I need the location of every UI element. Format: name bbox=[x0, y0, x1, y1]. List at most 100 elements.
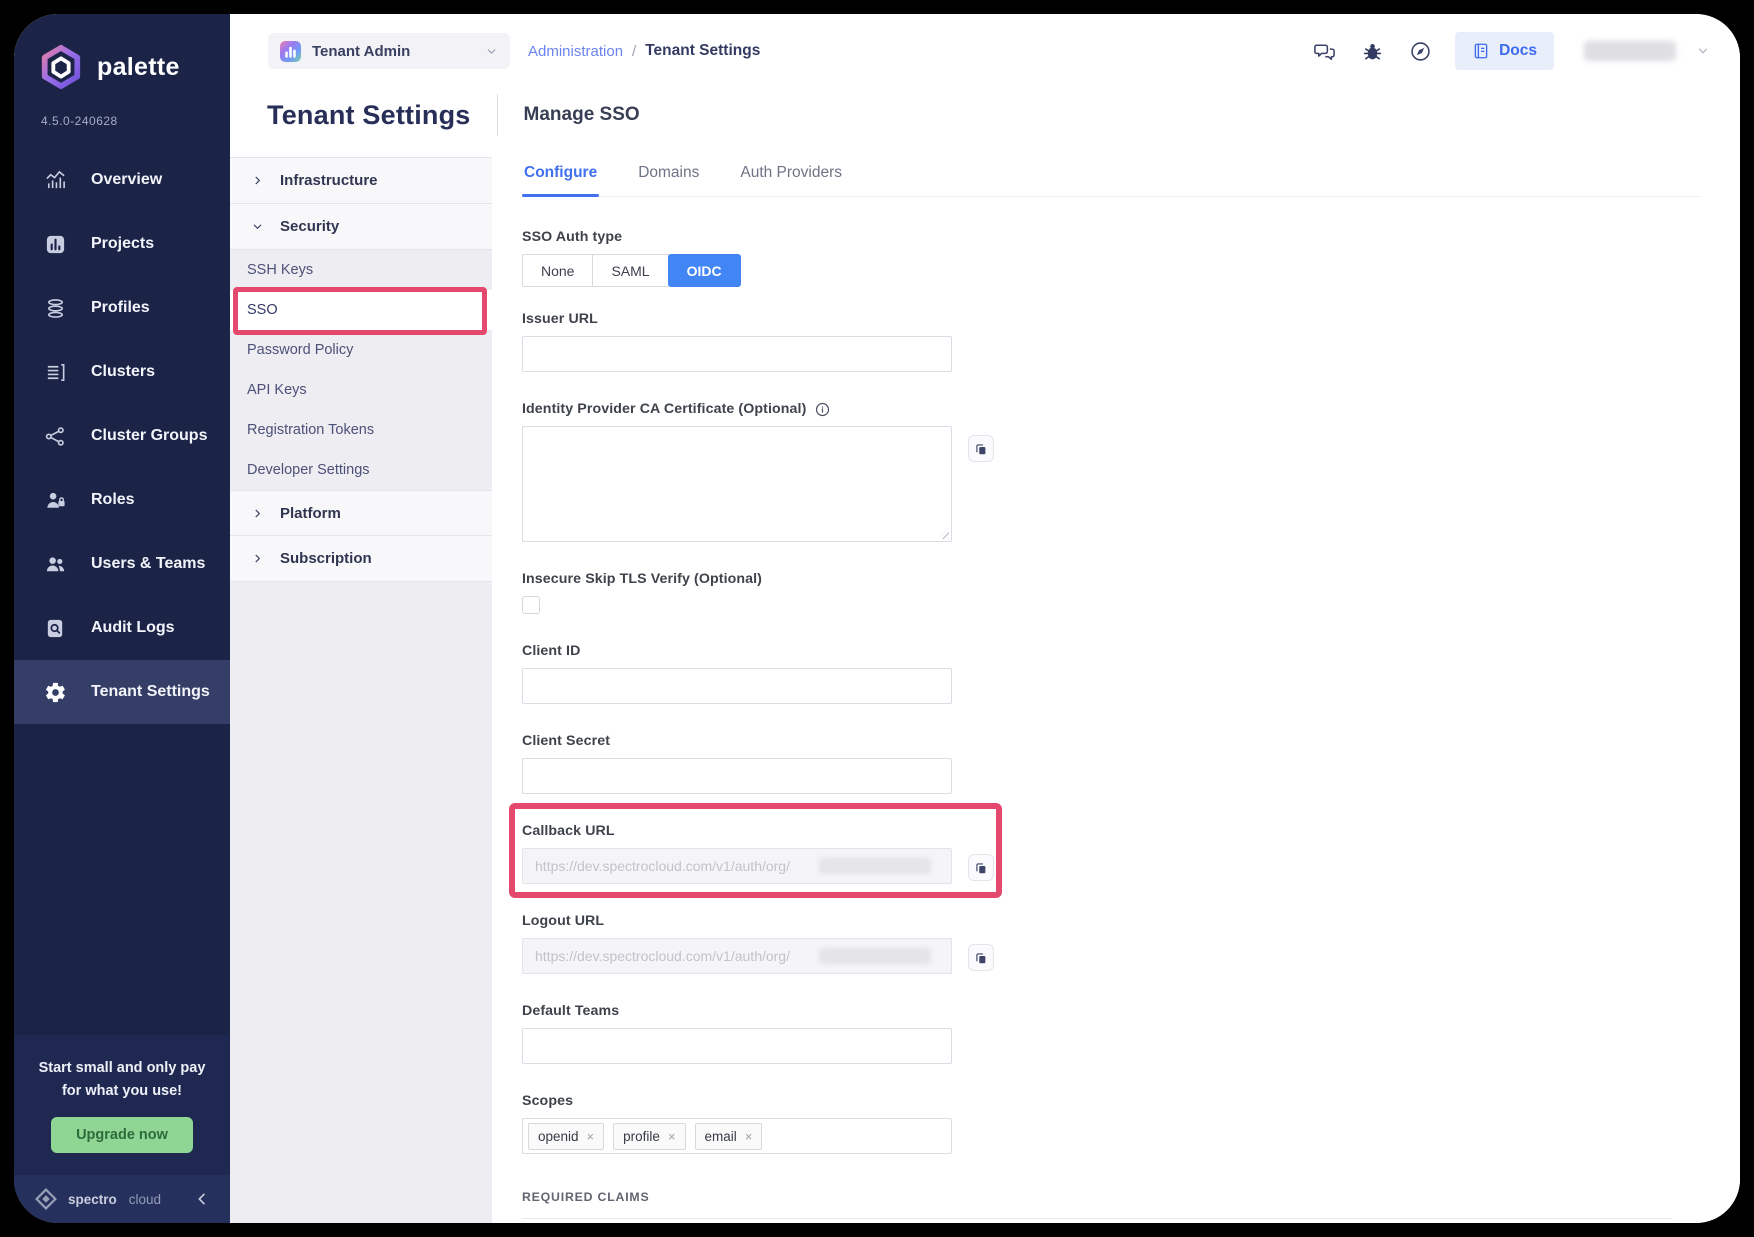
sidebar-item-label: Audit Logs bbox=[91, 619, 175, 637]
settings-item-sso[interactable]: SSO bbox=[230, 290, 492, 330]
ca-certificate-label: Identity Provider CA Certificate (Option… bbox=[522, 401, 806, 417]
footer-brand: spectro bbox=[68, 1192, 117, 1207]
breadcrumb-administration[interactable]: Administration bbox=[528, 43, 623, 60]
sso-tabs: Configure Domains Auth Providers bbox=[522, 157, 1700, 197]
settings-group-security[interactable]: Security bbox=[230, 204, 492, 250]
cluster-groups-network-icon bbox=[43, 424, 67, 448]
info-icon[interactable] bbox=[815, 402, 830, 417]
settings-item-label: Developer Settings bbox=[247, 462, 370, 478]
auth-type-saml-button[interactable]: SAML bbox=[592, 254, 668, 287]
feedback-chat-button[interactable] bbox=[1311, 38, 1337, 64]
settings-body: Infrastructure Security SSH Keys SSO Pas… bbox=[230, 157, 1740, 1223]
issuer-url-input[interactable] bbox=[522, 336, 952, 372]
chevron-down-icon bbox=[1696, 44, 1710, 58]
collapse-sidebar-button[interactable] bbox=[194, 1191, 210, 1207]
scope-selector-label: Tenant Admin bbox=[312, 43, 410, 60]
scopes-tag-input[interactable]: openid × profile × email × bbox=[522, 1118, 952, 1154]
sidebar-item-label: Tenant Settings bbox=[91, 683, 210, 701]
field-callback-url: Callback URL bbox=[522, 823, 952, 884]
settings-group-label: Security bbox=[280, 218, 339, 235]
scope-tag-label: openid bbox=[538, 1129, 579, 1144]
sidebar-item-audit-logs[interactable]: Audit Logs bbox=[14, 596, 230, 660]
logout-url-input-wrap bbox=[522, 938, 952, 974]
copy-icon bbox=[974, 442, 988, 456]
footer-brand-suffix: cloud bbox=[129, 1192, 161, 1207]
settings-item-api-keys[interactable]: API Keys bbox=[230, 370, 492, 410]
client-secret-input[interactable] bbox=[522, 758, 952, 794]
auth-type-oidc-button[interactable]: OIDC bbox=[668, 254, 741, 287]
scope-tag-label: profile bbox=[623, 1129, 660, 1144]
sidebar-item-profiles[interactable]: Profiles bbox=[14, 276, 230, 340]
chevron-down-icon bbox=[251, 221, 263, 232]
chevron-right-icon bbox=[251, 553, 263, 564]
sidebar-item-tenant-settings[interactable]: Tenant Settings bbox=[14, 660, 230, 724]
sidebar-item-cluster-groups[interactable]: Cluster Groups bbox=[14, 404, 230, 468]
skip-tls-verify-checkbox[interactable] bbox=[522, 596, 540, 614]
sidebar-item-users-teams[interactable]: Users & Teams bbox=[14, 532, 230, 596]
tab-auth-providers[interactable]: Auth Providers bbox=[738, 164, 844, 196]
spectro-cloud-logo-icon bbox=[34, 1187, 58, 1211]
callback-url-input[interactable] bbox=[522, 848, 952, 884]
remove-tag-icon[interactable]: × bbox=[745, 1130, 753, 1143]
ca-certificate-textarea[interactable] bbox=[522, 426, 952, 542]
settings-item-password-policy[interactable]: Password Policy bbox=[230, 330, 492, 370]
copy-logout-url-button[interactable] bbox=[968, 944, 994, 971]
upgrade-now-button[interactable]: Upgrade now bbox=[51, 1117, 193, 1153]
sidebar-item-projects[interactable]: Projects bbox=[14, 212, 230, 276]
breadcrumb-current: Tenant Settings bbox=[645, 42, 760, 60]
brand-name: palette bbox=[97, 53, 180, 82]
client-id-label: Client ID bbox=[522, 643, 952, 659]
settings-group-platform[interactable]: Platform bbox=[230, 490, 492, 536]
compass-icon[interactable] bbox=[1407, 38, 1433, 64]
bug-report-button[interactable] bbox=[1359, 38, 1385, 64]
required-claims-heading: REQUIRED CLAIMS bbox=[522, 1190, 1700, 1204]
logout-url-input[interactable] bbox=[522, 938, 952, 974]
sso-auth-type-label: SSO Auth type bbox=[522, 229, 952, 245]
settings-group-subscription[interactable]: Subscription bbox=[230, 536, 492, 582]
skip-tls-verify-label: Insecure Skip TLS Verify (Optional) bbox=[522, 571, 952, 587]
scope-tag-openid: openid × bbox=[528, 1123, 604, 1150]
sidebar-item-roles[interactable]: Roles bbox=[14, 468, 230, 532]
settings-item-label: SSH Keys bbox=[247, 262, 313, 278]
field-client-id: Client ID bbox=[522, 643, 952, 704]
sidebar-item-clusters[interactable]: Clusters bbox=[14, 340, 230, 404]
scope-selector-dropdown[interactable]: Tenant Admin bbox=[268, 33, 510, 69]
settings-item-developer-settings[interactable]: Developer Settings bbox=[230, 450, 492, 490]
page-header: Tenant Settings Manage SSO bbox=[230, 72, 1740, 157]
remove-tag-icon[interactable]: × bbox=[668, 1130, 676, 1143]
ca-certificate-label-row: Identity Provider CA Certificate (Option… bbox=[522, 401, 952, 417]
client-id-input[interactable] bbox=[522, 668, 952, 704]
tab-domains[interactable]: Domains bbox=[636, 164, 701, 196]
settings-item-label: Password Policy bbox=[247, 342, 353, 358]
scopes-label: Scopes bbox=[522, 1093, 952, 1109]
docs-button[interactable]: Docs bbox=[1455, 32, 1554, 70]
user-menu[interactable] bbox=[1584, 41, 1710, 61]
sidebar: palette 4.5.0-240628 Overview bbox=[14, 14, 230, 1223]
profiles-stack-icon bbox=[43, 296, 67, 320]
tab-configure[interactable]: Configure bbox=[522, 164, 599, 196]
redacted-username bbox=[1584, 41, 1676, 61]
settings-item-label: API Keys bbox=[247, 382, 307, 398]
copy-ca-certificate-button[interactable] bbox=[968, 435, 994, 462]
default-teams-input[interactable] bbox=[522, 1028, 952, 1064]
required-claims-section: REQUIRED CLAIMS bbox=[522, 1190, 1700, 1219]
sidebar-item-label: Cluster Groups bbox=[91, 427, 207, 445]
scope-tag-profile: profile × bbox=[613, 1123, 685, 1150]
copy-callback-url-button[interactable] bbox=[968, 854, 994, 881]
callback-url-input-wrap bbox=[522, 848, 952, 884]
audit-logs-icon bbox=[43, 616, 67, 640]
auth-type-none-button[interactable]: None bbox=[522, 254, 593, 287]
sidebar-item-label: Clusters bbox=[91, 363, 155, 381]
settings-group-infrastructure[interactable]: Infrastructure bbox=[230, 158, 492, 204]
remove-tag-icon[interactable]: × bbox=[587, 1130, 595, 1143]
field-logout-url: Logout URL bbox=[522, 913, 952, 974]
breadcrumb-separator: / bbox=[632, 43, 636, 60]
main-area: Tenant Admin Administration / Tenant Set… bbox=[230, 14, 1740, 1223]
app-version: 4.5.0-240628 bbox=[41, 114, 230, 128]
sidebar-item-overview[interactable]: Overview bbox=[14, 148, 230, 212]
settings-item-ssh-keys[interactable]: SSH Keys bbox=[230, 250, 492, 290]
settings-item-registration-tokens[interactable]: Registration Tokens bbox=[230, 410, 492, 450]
gear-icon bbox=[43, 680, 67, 704]
issuer-url-label: Issuer URL bbox=[522, 311, 952, 327]
logout-url-label: Logout URL bbox=[522, 913, 952, 929]
